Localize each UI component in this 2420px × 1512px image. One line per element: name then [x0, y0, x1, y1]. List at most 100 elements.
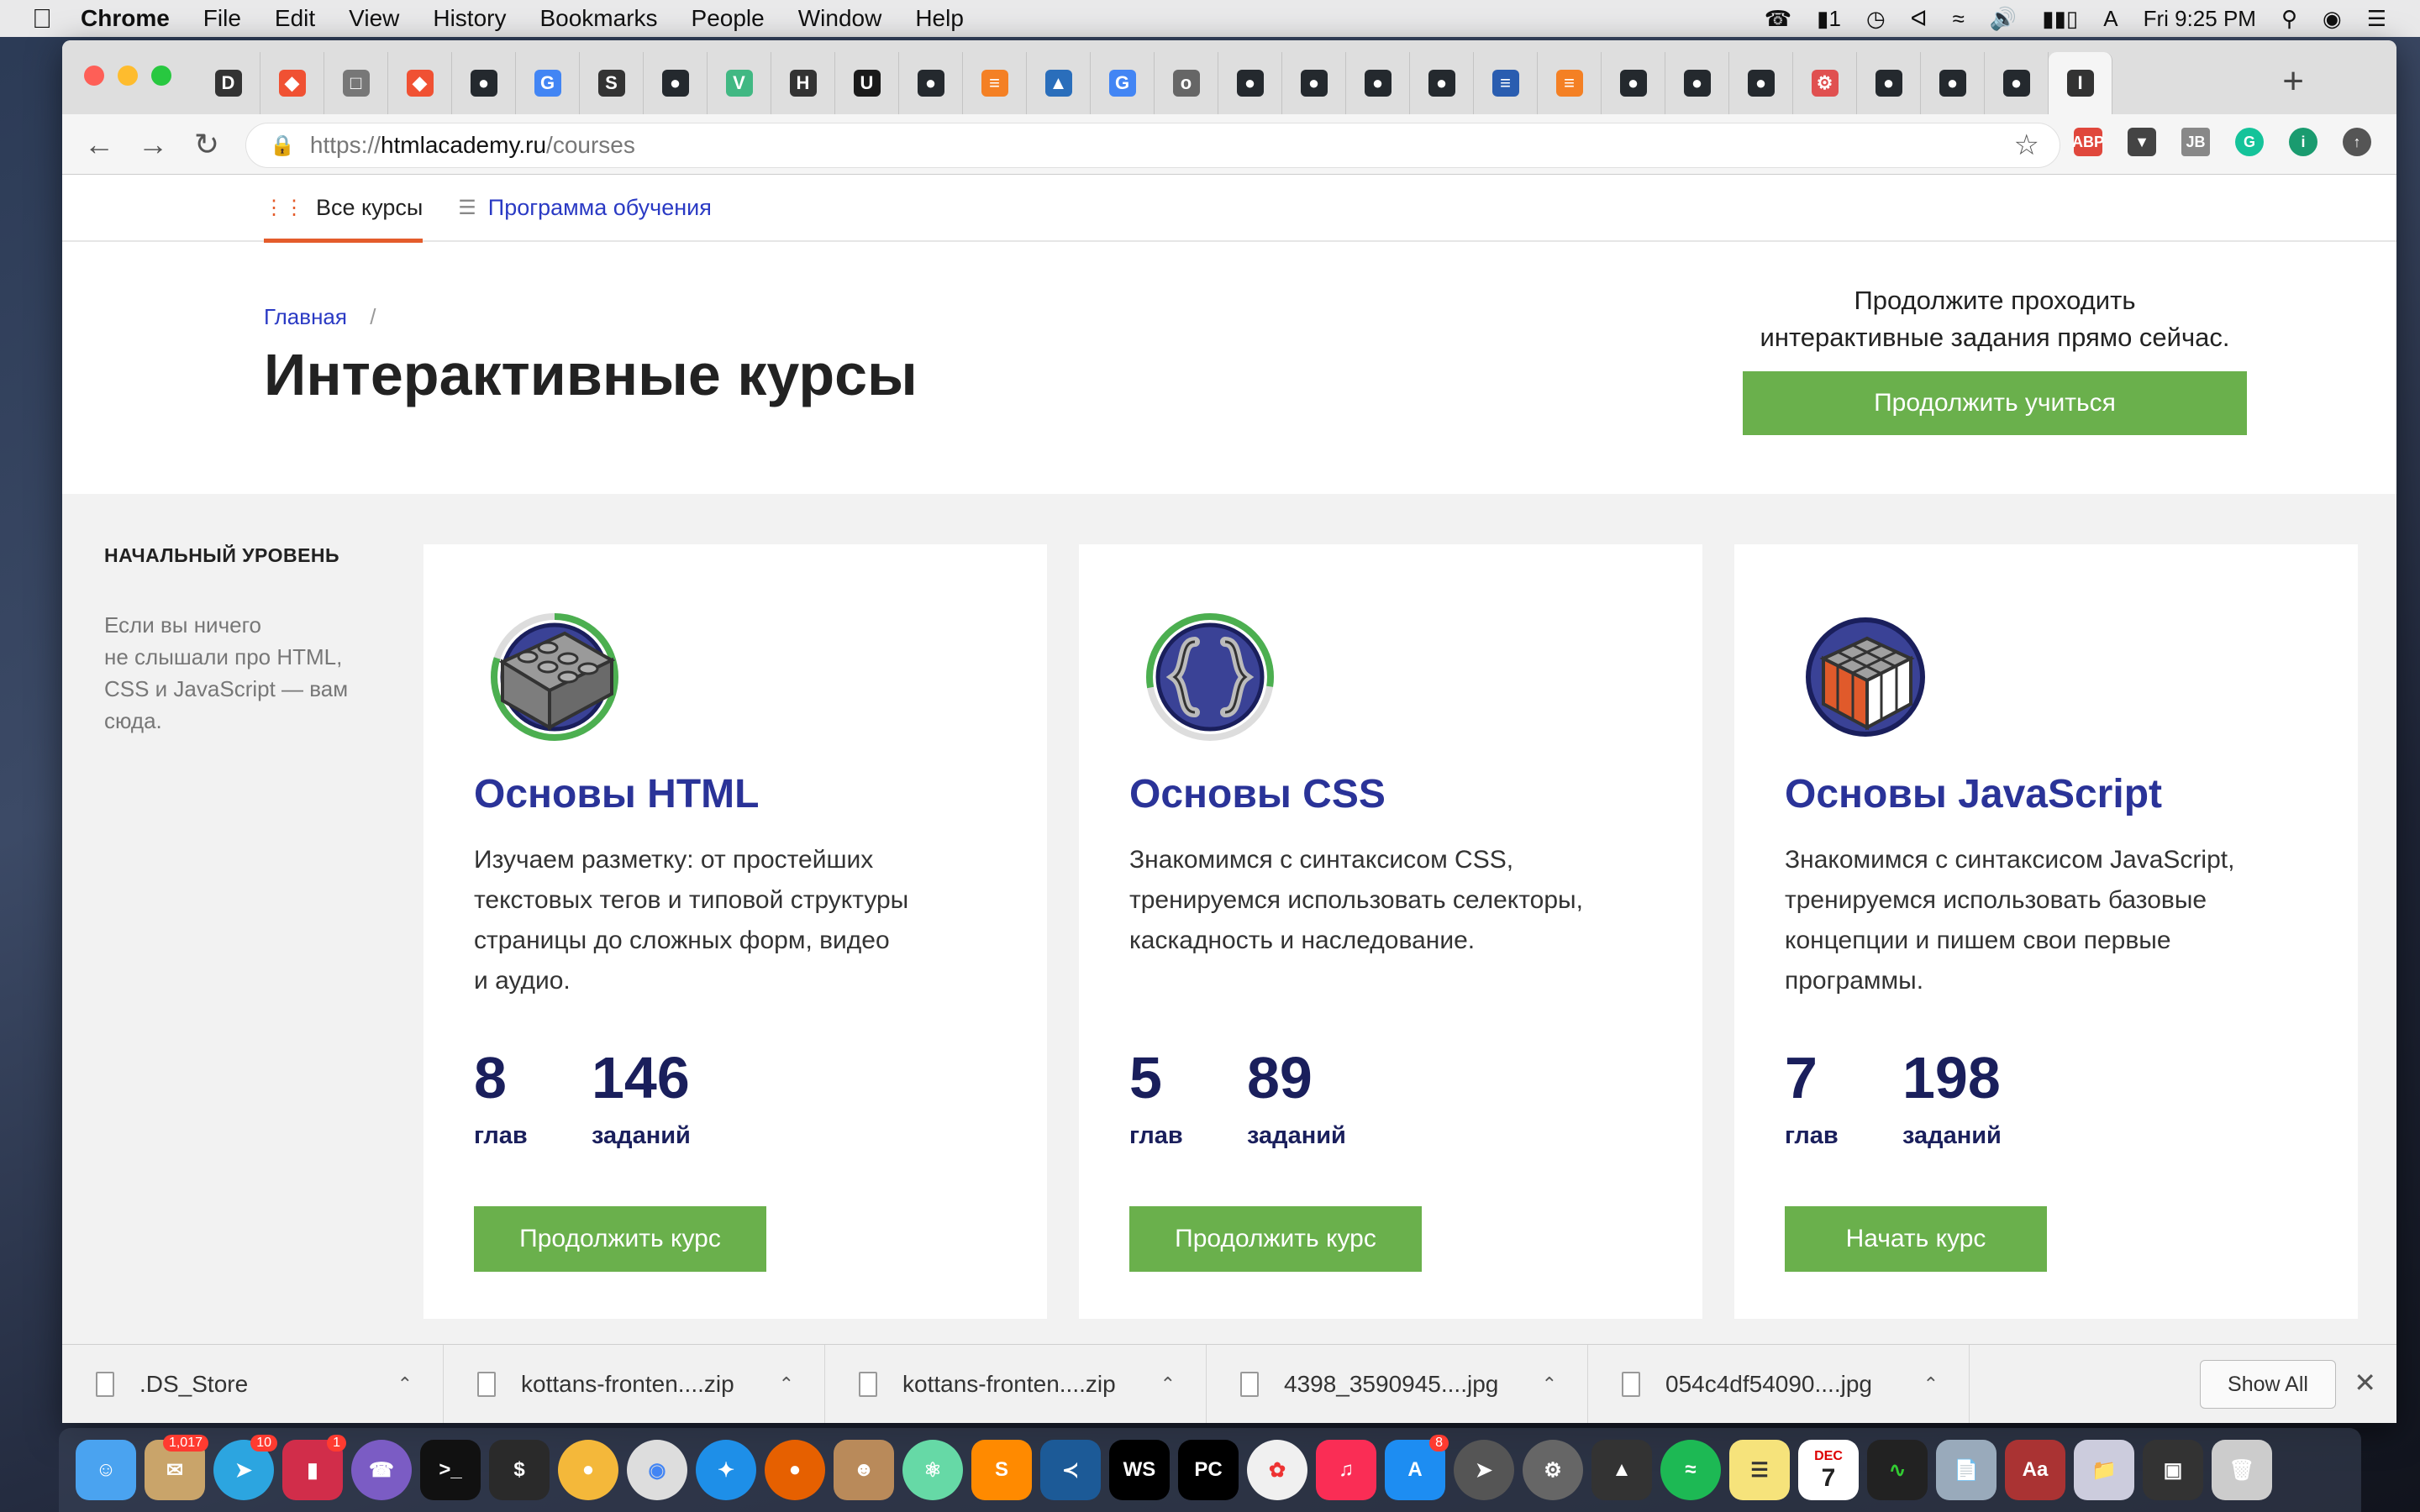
- download-item[interactable]: .DS_Store ⌃: [62, 1344, 444, 1423]
- spotlight-icon[interactable]: ⚲: [2281, 6, 2297, 32]
- lock-icon[interactable]: 🔒: [270, 134, 295, 158]
- bookmark-star-icon[interactable]: ☆: [2014, 129, 2039, 162]
- browser-tab[interactable]: I: [2049, 52, 2112, 114]
- browser-tab[interactable]: ●: [899, 52, 963, 114]
- app-store-icon[interactable]: A8: [1385, 1435, 1449, 1500]
- address-bar[interactable]: 🔒 https://htmlacademy.ru/courses ☆: [245, 123, 2060, 168]
- viber-icon[interactable]: ☎: [351, 1440, 412, 1500]
- pocket-icon[interactable]: ▼: [2128, 128, 2156, 156]
- launchpad-icon[interactable]: ➤: [1454, 1440, 1514, 1500]
- download-item[interactable]: 054c4df54090....jpg ⌃: [1588, 1344, 1970, 1423]
- calendar-icon[interactable]: DEC 7: [1798, 1440, 1859, 1500]
- profile-avatar[interactable]: i: [2289, 128, 2317, 156]
- inkscape-icon[interactable]: ▲: [1591, 1440, 1652, 1500]
- iterm-icon[interactable]: $: [489, 1440, 550, 1500]
- minimize-window-button[interactable]: [118, 66, 138, 86]
- wifi-icon[interactable]: ≈: [1953, 6, 1965, 32]
- menu-view[interactable]: View: [349, 5, 399, 32]
- mail-icon[interactable]: ✉ 1,017: [145, 1435, 208, 1500]
- course-title[interactable]: Основы JavaScript: [1785, 771, 2162, 817]
- download-item[interactable]: kottans-fronten....zip ⌃: [825, 1344, 1207, 1423]
- bluetooth-icon[interactable]: ᐊ: [1911, 6, 1928, 32]
- continue-learning-button[interactable]: Продолжить учиться: [1743, 371, 2247, 435]
- browser-tab[interactable]: G: [1091, 52, 1155, 114]
- browser-tab[interactable]: ▲: [1027, 52, 1091, 114]
- adblock-icon[interactable]: ABP: [2072, 128, 2104, 156]
- firefox-icon[interactable]: ●: [765, 1440, 825, 1500]
- update-icon[interactable]: ↑: [2343, 128, 2371, 156]
- browser-tab[interactable]: H: [771, 52, 835, 114]
- telegram-icon[interactable]: ➤ 10: [213, 1435, 277, 1500]
- photos-icon[interactable]: ✿: [1247, 1440, 1307, 1500]
- dictionary-icon[interactable]: Aa: [2005, 1440, 2065, 1500]
- menu-people[interactable]: People: [692, 5, 765, 32]
- browser-tab[interactable]: ●: [1665, 52, 1729, 114]
- continue-course-button[interactable]: Продолжить курс: [1129, 1206, 1422, 1272]
- apple-icon[interactable]: : [32, 3, 52, 34]
- browser-tab[interactable]: ◆: [388, 52, 452, 114]
- safari-icon[interactable]: ✦: [696, 1440, 756, 1500]
- system-preferences-icon[interactable]: ⚙: [1523, 1440, 1583, 1500]
- nav-curriculum[interactable]: ☰ Программа обучения: [458, 175, 712, 241]
- browser-tab[interactable]: ●: [1410, 52, 1474, 114]
- browser-tab[interactable]: G: [516, 52, 580, 114]
- browser-tab[interactable]: ●: [1985, 52, 2049, 114]
- reload-button[interactable]: ↻: [180, 127, 234, 162]
- siri-icon[interactable]: ◉: [2323, 6, 2342, 32]
- notes-icon[interactable]: ☰: [1729, 1440, 1790, 1500]
- close-window-button[interactable]: [84, 66, 104, 86]
- browser-tab[interactable]: S: [580, 52, 644, 114]
- menu-file[interactable]: File: [203, 5, 241, 32]
- browser-tab[interactable]: V: [708, 52, 771, 114]
- input-source-icon[interactable]: A: [2103, 6, 2118, 32]
- activity-monitor-icon[interactable]: ∿: [1867, 1440, 1928, 1500]
- nav-all-courses[interactable]: ⋮⋮ Все курсы: [264, 175, 424, 243]
- contacts-icon[interactable]: ☻: [834, 1440, 894, 1500]
- documents-folder-icon[interactable]: 📁: [2074, 1440, 2134, 1500]
- clock[interactable]: Fri 9:25 PM: [2144, 6, 2256, 32]
- chevron-up-icon[interactable]: ⌃: [779, 1373, 794, 1395]
- activity-status-icon[interactable]: ▮1: [1817, 6, 1841, 32]
- course-card-javascript[interactable]: Основы JavaScript Знакомимся с синтаксис…: [1734, 544, 2358, 1319]
- breadcrumb-home[interactable]: Главная: [264, 304, 347, 329]
- terminal-icon[interactable]: >_: [420, 1440, 481, 1500]
- continue-course-button[interactable]: Продолжить курс: [474, 1206, 766, 1272]
- chat-app-icon[interactable]: ▮ 1: [282, 1435, 346, 1500]
- browser-tab[interactable]: ●: [1921, 52, 1985, 114]
- browser-tab[interactable]: ⚙: [1793, 52, 1857, 114]
- volume-icon[interactable]: 🔊: [1990, 6, 2017, 32]
- sublime-icon[interactable]: S: [971, 1440, 1032, 1500]
- menu-window[interactable]: Window: [798, 5, 882, 32]
- browser-tab[interactable]: ≡: [963, 52, 1027, 114]
- browser-tab[interactable]: ●: [1602, 52, 1665, 114]
- notification-center-icon[interactable]: ☰: [2367, 6, 2386, 32]
- browser-tab[interactable]: D: [197, 52, 260, 114]
- grammarly-icon[interactable]: G: [2235, 128, 2264, 156]
- browser-tab[interactable]: o: [1155, 52, 1218, 114]
- browser-tab[interactable]: □: [324, 52, 388, 114]
- course-card-css[interactable]: Основы CSS Знакомимся с синтаксисом CSS,…: [1079, 544, 1702, 1319]
- browser-tab[interactable]: ≡: [1474, 52, 1538, 114]
- chevron-up-icon[interactable]: ⌃: [1923, 1373, 1939, 1395]
- browser-tab[interactable]: ●: [1857, 52, 1921, 114]
- browser-tab[interactable]: ●: [1218, 52, 1282, 114]
- browser-tab[interactable]: ●: [1346, 52, 1410, 114]
- menu-bookmarks[interactable]: Bookmarks: [539, 5, 657, 32]
- menu-history[interactable]: History: [433, 5, 506, 32]
- close-icon[interactable]: ✕: [2354, 1367, 2376, 1399]
- pycharm-icon[interactable]: PC: [1178, 1440, 1239, 1500]
- timer-status-icon[interactable]: ◷: [1866, 6, 1886, 32]
- viber-status-icon[interactable]: ☎: [1765, 6, 1791, 32]
- spotify-icon[interactable]: ≈: [1660, 1440, 1721, 1500]
- browser-tab[interactable]: ●: [1729, 52, 1793, 114]
- browser-tab[interactable]: ●: [452, 52, 516, 114]
- vscode-icon[interactable]: ≺: [1040, 1440, 1101, 1500]
- chevron-up-icon[interactable]: ⌃: [1542, 1373, 1557, 1395]
- new-tab-button[interactable]: +: [2282, 60, 2304, 102]
- back-button[interactable]: ←: [72, 127, 126, 162]
- course-title[interactable]: Основы CSS: [1129, 771, 1386, 817]
- forward-button[interactable]: →: [126, 127, 180, 162]
- zoom-window-button[interactable]: [151, 66, 171, 86]
- browser-tab[interactable]: ●: [1282, 52, 1346, 114]
- chrome-icon[interactable]: ◉: [627, 1440, 687, 1500]
